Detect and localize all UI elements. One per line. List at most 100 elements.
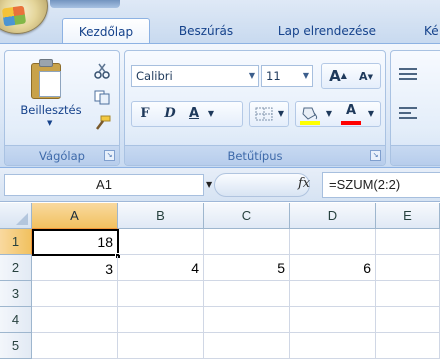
shrink-font-button[interactable]: A▼ bbox=[353, 65, 379, 89]
column-header-a[interactable]: A bbox=[32, 203, 118, 229]
format-painter-button[interactable] bbox=[93, 115, 111, 131]
paste-button[interactable]: Beillesztés ▼ bbox=[5, 51, 89, 143]
ribbon-tab-row: Kezdőlap Beszúrás Lap elrendezése Ké bbox=[0, 0, 440, 44]
chevron-down-icon[interactable]: ▼ bbox=[205, 102, 217, 126]
clipboard-group-label: Vágólap bbox=[5, 145, 119, 165]
cell-d4[interactable] bbox=[290, 307, 376, 333]
fill-color-swatch bbox=[300, 121, 320, 125]
name-box[interactable]: A1 bbox=[4, 174, 204, 196]
clipboard-dialog-launcher[interactable]: ↘ bbox=[104, 150, 115, 161]
grow-font-button[interactable]: A▲ bbox=[325, 64, 351, 88]
font-size-value: 11 bbox=[266, 69, 281, 83]
copy-button[interactable] bbox=[93, 89, 111, 105]
row-header-1[interactable]: 1 bbox=[0, 229, 32, 255]
formula-bar: A1 ▼ fx =SZUM(2:2) bbox=[0, 168, 440, 202]
cell-c4[interactable] bbox=[204, 307, 290, 333]
font-color-swatch bbox=[341, 121, 361, 125]
worksheet-grid: A B C D E 1 2 3 4 5 18 3 4 5 6 bbox=[0, 203, 440, 359]
cell-a5[interactable] bbox=[32, 333, 118, 359]
cell-c1[interactable] bbox=[204, 229, 290, 255]
cell-a1[interactable]: 18 bbox=[32, 229, 119, 256]
underline-button[interactable]: A bbox=[183, 102, 205, 126]
cell-d3[interactable] bbox=[290, 281, 376, 307]
row-header-2[interactable]: 2 bbox=[0, 255, 32, 281]
tab-page-layout[interactable]: Lap elrendezése bbox=[262, 18, 392, 44]
font-size-combo[interactable]: 11 ▼ bbox=[261, 65, 313, 87]
cut-button[interactable] bbox=[93, 63, 111, 79]
cell-a2[interactable]: 3 bbox=[32, 256, 118, 281]
cell-c2[interactable]: 5 bbox=[204, 255, 290, 281]
cell-b4[interactable] bbox=[118, 307, 204, 333]
align-left-button[interactable] bbox=[397, 105, 419, 126]
paste-label: Beillesztés bbox=[20, 103, 82, 117]
font-group-label: Betűtípus bbox=[125, 145, 385, 165]
font-name-combo[interactable]: Calibri ▼ bbox=[131, 65, 259, 87]
chevron-down-icon: ▼ bbox=[47, 119, 53, 127]
alignment-group-label bbox=[391, 145, 440, 165]
chevron-down-icon[interactable]: ▼ bbox=[365, 102, 377, 126]
column-header-c[interactable]: C bbox=[204, 203, 290, 229]
row-header-3[interactable]: 3 bbox=[0, 281, 32, 307]
clipboard-group: Beillesztés ▼ Vágólap ↘ bbox=[4, 50, 120, 166]
column-header-e[interactable]: E bbox=[376, 203, 440, 229]
font-group: Calibri ▼ 11 ▼ A▲ A▼ F D A ▼ ▼ ▼ A ▼ Bet… bbox=[124, 50, 386, 166]
italic-button[interactable]: D bbox=[159, 102, 181, 126]
shrink-font-glyph: A bbox=[359, 70, 368, 83]
quick-access-toolbar[interactable] bbox=[50, 0, 120, 8]
fill-color-button[interactable] bbox=[299, 104, 321, 126]
font-color-button[interactable]: A bbox=[339, 101, 363, 127]
chevron-down-icon[interactable]: ▼ bbox=[303, 66, 309, 86]
alignment-group bbox=[390, 50, 440, 166]
align-lines-icon bbox=[399, 68, 417, 80]
cell-e2[interactable] bbox=[376, 255, 440, 281]
chevron-down-icon[interactable]: ▼ bbox=[206, 180, 212, 189]
cell-d5[interactable] bbox=[290, 333, 376, 359]
copy-icon bbox=[94, 90, 110, 105]
tab-insert[interactable]: Beszúrás bbox=[160, 18, 252, 44]
cell-b2[interactable]: 4 bbox=[118, 255, 204, 281]
align-top-button[interactable] bbox=[397, 65, 419, 86]
font-color-glyph: A bbox=[345, 103, 357, 118]
select-all-button[interactable] bbox=[0, 203, 32, 229]
cell-e5[interactable] bbox=[376, 333, 440, 359]
fx-icon: fx bbox=[298, 176, 311, 191]
cell-b3[interactable] bbox=[118, 281, 204, 307]
font-name-value: Calibri bbox=[136, 69, 173, 83]
cell-d1[interactable] bbox=[290, 229, 376, 255]
office-logo-icon bbox=[1, 5, 27, 27]
align-left-icon bbox=[399, 107, 417, 119]
chevron-down-icon[interactable]: ▼ bbox=[323, 102, 335, 126]
cell-c3[interactable] bbox=[204, 281, 290, 307]
ribbon-panel-home: Beillesztés ▼ Vágólap ↘ Calibri ▼ 11 ▼ A… bbox=[0, 43, 440, 168]
borders-icon bbox=[255, 107, 273, 121]
cell-e1[interactable] bbox=[376, 229, 440, 255]
cell-d2[interactable]: 6 bbox=[290, 255, 376, 281]
tab-formulas[interactable]: Ké bbox=[404, 18, 440, 44]
grow-font-glyph: A bbox=[329, 67, 341, 85]
paste-icon bbox=[31, 59, 65, 101]
cell-b5[interactable] bbox=[118, 333, 204, 359]
cell-e4[interactable] bbox=[376, 307, 440, 333]
scissors-icon bbox=[94, 63, 110, 79]
font-dialog-launcher[interactable]: ↘ bbox=[370, 150, 381, 161]
row-header-5[interactable]: 5 bbox=[0, 333, 32, 359]
tab-home[interactable]: Kezdőlap bbox=[62, 18, 150, 44]
format-painter-icon bbox=[96, 115, 111, 130]
formula-input[interactable]: =SZUM(2:2) bbox=[322, 172, 440, 198]
borders-button[interactable] bbox=[255, 107, 273, 124]
column-header-b[interactable]: B bbox=[118, 203, 204, 229]
cell-b1[interactable] bbox=[119, 229, 204, 255]
cell-a3[interactable] bbox=[32, 281, 118, 307]
chevron-down-icon[interactable]: ▼ bbox=[249, 66, 255, 86]
cell-a4[interactable] bbox=[32, 307, 118, 333]
column-header-d[interactable]: D bbox=[290, 203, 376, 229]
bold-button[interactable]: F bbox=[133, 102, 157, 126]
fill-bucket-icon bbox=[300, 107, 320, 125]
cell-e3[interactable] bbox=[376, 281, 440, 307]
formula-bar-expander[interactable] bbox=[214, 173, 310, 197]
cell-c5[interactable] bbox=[204, 333, 290, 359]
row-header-4[interactable]: 4 bbox=[0, 307, 32, 333]
insert-function-button[interactable]: fx bbox=[298, 176, 310, 191]
underline-glyph: A bbox=[188, 106, 200, 121]
chevron-down-icon[interactable]: ▼ bbox=[275, 102, 287, 126]
